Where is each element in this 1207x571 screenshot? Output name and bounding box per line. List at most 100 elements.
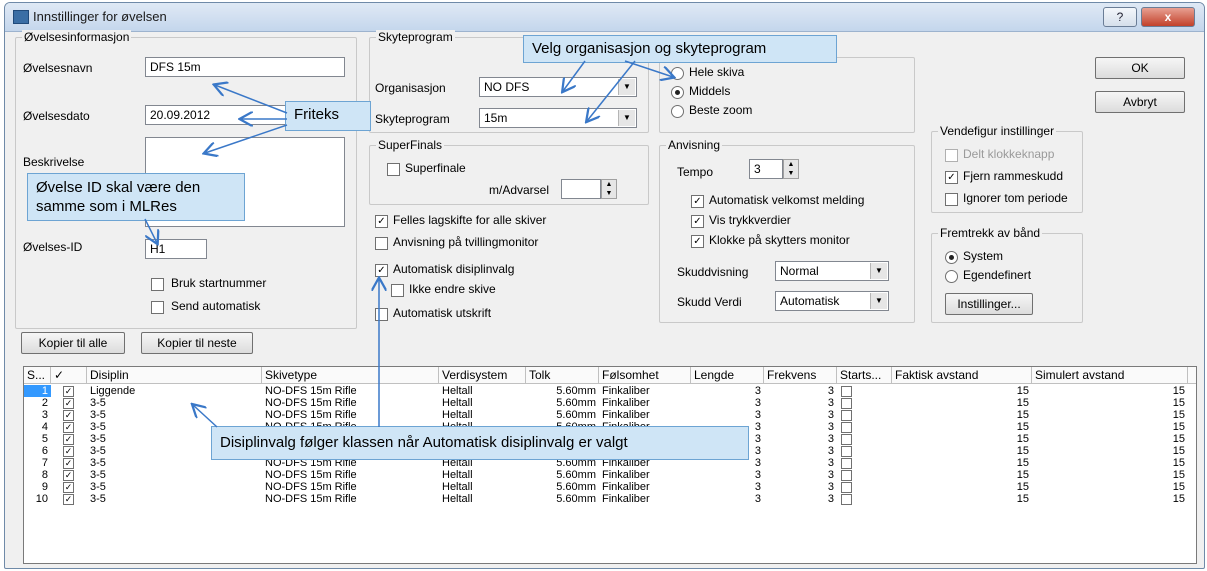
auto-disiplin-label: Automatisk disiplinvalg xyxy=(393,262,515,276)
delt-checkbox[interactable] xyxy=(945,149,958,162)
table-header: S... ✓ Disiplin Skivetype Verdisystem Tolk Føl… xyxy=(24,367,1196,384)
table-cell: Heltall xyxy=(442,481,473,493)
send-auto-label: Send automatisk xyxy=(171,299,261,313)
row-enabled-checkbox[interactable]: ✓ xyxy=(63,482,74,493)
advarsel-spinner[interactable]: ▲ ▼ xyxy=(601,179,617,199)
column-header[interactable]: Tolk xyxy=(526,367,599,383)
table-row[interactable]: 3 ✓ 3-5 NO-DFS 15m Rifle Heltall 5.60mm Finkal… xyxy=(24,409,1196,421)
cancel-button[interactable]: Avbryt xyxy=(1095,91,1185,113)
row-enabled-checkbox[interactable]: ✓ xyxy=(63,410,74,421)
hele-radio[interactable] xyxy=(671,67,684,80)
id-label: Øvelses-ID xyxy=(23,240,83,254)
table-row[interactable]: 9 ✓ 3-5 NO-DFS 15m Rifle Heltall 5.60mm Finkal… xyxy=(24,481,1196,493)
column-header[interactable]: Frekvens xyxy=(764,367,837,383)
beste-radio[interactable] xyxy=(671,105,684,118)
row-start-checkbox[interactable] xyxy=(841,482,852,493)
table-cell: 3 xyxy=(827,385,834,397)
fjern-checkbox[interactable]: ✓ xyxy=(945,171,958,184)
egendefinert-radio[interactable] xyxy=(945,270,958,283)
row-start-checkbox[interactable] xyxy=(841,410,852,421)
close-button[interactable]: x xyxy=(1141,7,1195,27)
row-enabled-checkbox[interactable]: ✓ xyxy=(63,470,74,481)
row-start-checkbox[interactable] xyxy=(841,494,852,505)
table-cell: 3 xyxy=(754,397,761,409)
row-start-checkbox[interactable] xyxy=(841,434,852,445)
felles-checkbox[interactable]: ✓ xyxy=(375,215,388,228)
id-input[interactable]: H1 xyxy=(145,239,207,259)
auto-utskrift-checkbox[interactable] xyxy=(375,308,388,321)
superfinale-checkbox[interactable] xyxy=(387,163,400,176)
name-input[interactable]: DFS 15m xyxy=(145,57,345,77)
table-cell: 4 xyxy=(41,421,48,433)
advarsel-input[interactable] xyxy=(561,179,601,199)
table-cell: NO-DFS 15m Rifle xyxy=(265,409,357,421)
middels-radio[interactable] xyxy=(671,86,684,99)
row-start-checkbox[interactable] xyxy=(841,386,852,397)
prog-select[interactable]: 15m ▼ xyxy=(479,108,637,128)
row-enabled-checkbox[interactable]: ✓ xyxy=(63,494,74,505)
row-enabled-checkbox[interactable]: ✓ xyxy=(63,434,74,445)
hele-label: Hele skiva xyxy=(689,65,745,79)
table-cell: 15 xyxy=(1172,397,1185,409)
column-header[interactable]: Følsomhet xyxy=(599,367,691,383)
table-row[interactable]: 10 ✓ 3-5 NO-DFS 15m Rifle Heltall 5.60mm Finka… xyxy=(24,493,1196,505)
column-header[interactable]: Simulert avstand xyxy=(1032,367,1188,383)
column-header[interactable]: Disiplin xyxy=(87,367,262,383)
table-cell: 2 xyxy=(41,397,48,409)
table-cell: NO-DFS 15m Rifle xyxy=(265,385,357,397)
table-cell: 10 xyxy=(35,493,48,505)
row-enabled-checkbox[interactable]: ✓ xyxy=(63,398,74,409)
copy-next-button[interactable]: Kopier til neste xyxy=(141,332,253,354)
ikke-endre-checkbox[interactable] xyxy=(391,284,404,297)
column-header[interactable]: Starts... xyxy=(837,367,892,383)
start-number-checkbox[interactable] xyxy=(151,278,164,291)
ok-button[interactable]: OK xyxy=(1095,57,1185,79)
table-cell: Finkaliber xyxy=(602,397,650,409)
column-header[interactable]: ✓ xyxy=(51,367,87,383)
send-auto-checkbox[interactable] xyxy=(151,301,164,314)
table-row[interactable]: 2 ✓ 3-5 NO-DFS 15m Rifle Heltall 5.60mm Finkal… xyxy=(24,397,1196,409)
table-cell: 3-5 xyxy=(90,409,106,421)
column-header[interactable]: Verdisystem xyxy=(439,367,526,383)
auto-disiplin-checkbox[interactable]: ✓ xyxy=(375,264,388,277)
settings-button[interactable]: Instillinger... xyxy=(945,293,1033,315)
table-cell: 15 xyxy=(1016,397,1029,409)
org-select-value: NO DFS xyxy=(484,80,530,94)
chevron-down-icon: ▼ xyxy=(870,293,887,309)
skuddverdi-select[interactable]: Automatisk ▼ xyxy=(775,291,889,311)
klokke-checkbox[interactable]: ✓ xyxy=(691,235,704,248)
tvilling-checkbox[interactable] xyxy=(375,237,388,250)
trykk-checkbox[interactable]: ✓ xyxy=(691,215,704,228)
velkomst-checkbox[interactable]: ✓ xyxy=(691,195,704,208)
skuddvisning-select[interactable]: Normal ▼ xyxy=(775,261,889,281)
tempo-input[interactable]: 3 xyxy=(749,159,783,179)
row-enabled-checkbox[interactable]: ✓ xyxy=(63,458,74,469)
ignorer-checkbox[interactable] xyxy=(945,193,958,206)
system-radio[interactable] xyxy=(945,251,958,264)
table-cell: 8 xyxy=(41,469,48,481)
row-start-checkbox[interactable] xyxy=(841,470,852,481)
row-enabled-checkbox[interactable]: ✓ xyxy=(63,446,74,457)
copy-all-button[interactable]: Kopier til alle xyxy=(21,332,125,354)
table-row[interactable]: 8 ✓ 3-5 NO-DFS 15m Rifle Heltall 5.60mm Finkal… xyxy=(24,469,1196,481)
org-select[interactable]: NO DFS ▼ xyxy=(479,77,637,97)
exercise-table[interactable]: S... ✓ Disiplin Skivetype Verdisystem Tolk Føl… xyxy=(23,366,1197,564)
table-row[interactable]: 1 ✓ Liggende NO-DFS 15m Rifle Heltall 5.60mm F… xyxy=(24,385,1196,397)
column-header[interactable]: Faktisk avstand xyxy=(892,367,1032,383)
row-start-checkbox[interactable] xyxy=(841,458,852,469)
row-start-checkbox[interactable] xyxy=(841,446,852,457)
anvisning-group-title: Anvisning xyxy=(666,138,723,152)
column-header[interactable]: Lengde xyxy=(691,367,764,383)
table-cell: 15 xyxy=(1172,433,1185,445)
callout-friteks: Friteks xyxy=(285,101,371,131)
column-header[interactable]: Skivetype xyxy=(262,367,439,383)
row-start-checkbox[interactable] xyxy=(841,398,852,409)
column-header[interactable]: S... xyxy=(24,367,51,383)
tempo-spinner[interactable]: ▲ ▼ xyxy=(783,159,799,179)
row-enabled-checkbox[interactable]: ✓ xyxy=(63,386,74,397)
row-enabled-checkbox[interactable]: ✓ xyxy=(63,422,74,433)
table-cell: 3 xyxy=(754,469,761,481)
help-button[interactable]: ? xyxy=(1103,7,1137,27)
row-start-checkbox[interactable] xyxy=(841,422,852,433)
table-cell: 3 xyxy=(827,445,834,457)
